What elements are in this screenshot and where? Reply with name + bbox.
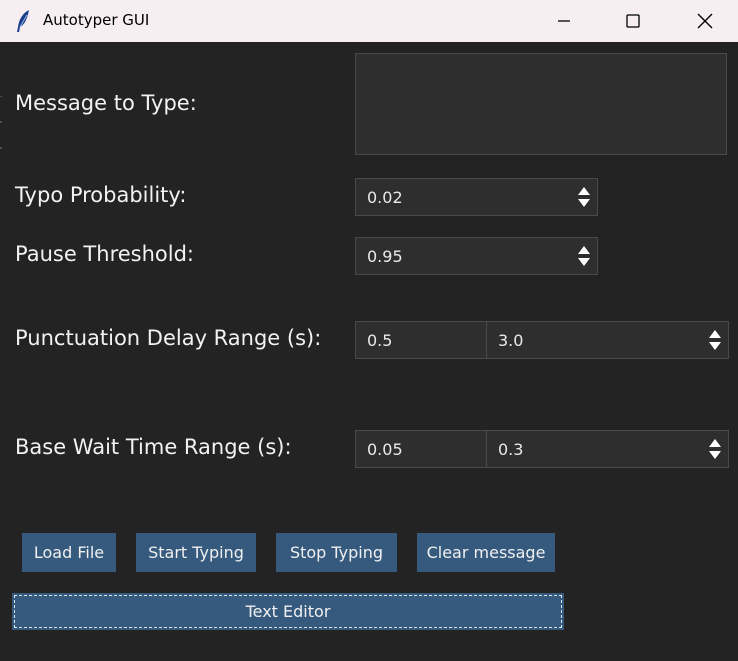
text-editor-button[interactable]: Text Editor (12, 593, 564, 630)
punctuation-delay-min-value: 0.5 (367, 331, 393, 350)
close-icon (697, 13, 713, 29)
spin-arrows-icon[interactable] (708, 438, 722, 460)
window-edge-marks (0, 96, 2, 149)
maximize-button[interactable] (604, 0, 662, 42)
base-wait-time-label: Base Wait Time Range (s): (15, 435, 292, 459)
spin-arrows-icon[interactable] (708, 329, 722, 351)
close-button[interactable] (676, 0, 734, 42)
message-textarea[interactable] (355, 53, 727, 155)
spin-arrows-icon[interactable] (577, 245, 591, 267)
punctuation-delay-max-spinbox[interactable]: 3.0 (486, 321, 729, 359)
punctuation-delay-max-value: 3.0 (498, 331, 524, 350)
text-editor-label: Text Editor (245, 602, 331, 621)
base-wait-max-spinbox[interactable]: 0.3 (486, 430, 729, 468)
punctuation-delay-label: Punctuation Delay Range (s): (15, 326, 322, 350)
pause-threshold-spinbox[interactable]: 0.95 (355, 237, 598, 275)
typo-probability-value: 0.02 (367, 188, 403, 207)
minimize-button[interactable] (535, 0, 593, 42)
load-file-button[interactable]: Load File (22, 533, 116, 572)
pause-threshold-value: 0.95 (367, 247, 403, 266)
start-typing-button[interactable]: Start Typing (136, 533, 256, 572)
pause-threshold-label: Pause Threshold: (15, 242, 195, 266)
feather-icon (14, 9, 34, 33)
title-bar: Autotyper GUI (0, 0, 738, 42)
base-wait-min-field[interactable]: 0.05 (355, 430, 487, 468)
message-label: Message to Type: (15, 91, 197, 115)
spin-arrows-icon[interactable] (577, 186, 591, 208)
window-title: Autotyper GUI (43, 11, 150, 29)
typo-probability-spinbox[interactable]: 0.02 (355, 178, 598, 216)
base-wait-min-value: 0.05 (367, 440, 403, 459)
punctuation-delay-min-field[interactable]: 0.5 (355, 321, 487, 359)
maximize-icon (626, 14, 640, 28)
typo-probability-label: Typo Probability: (15, 183, 187, 207)
base-wait-max-value: 0.3 (498, 440, 524, 459)
minimize-icon (557, 14, 571, 28)
clear-message-button[interactable]: Clear message (417, 533, 555, 572)
stop-typing-button[interactable]: Stop Typing (276, 533, 397, 572)
